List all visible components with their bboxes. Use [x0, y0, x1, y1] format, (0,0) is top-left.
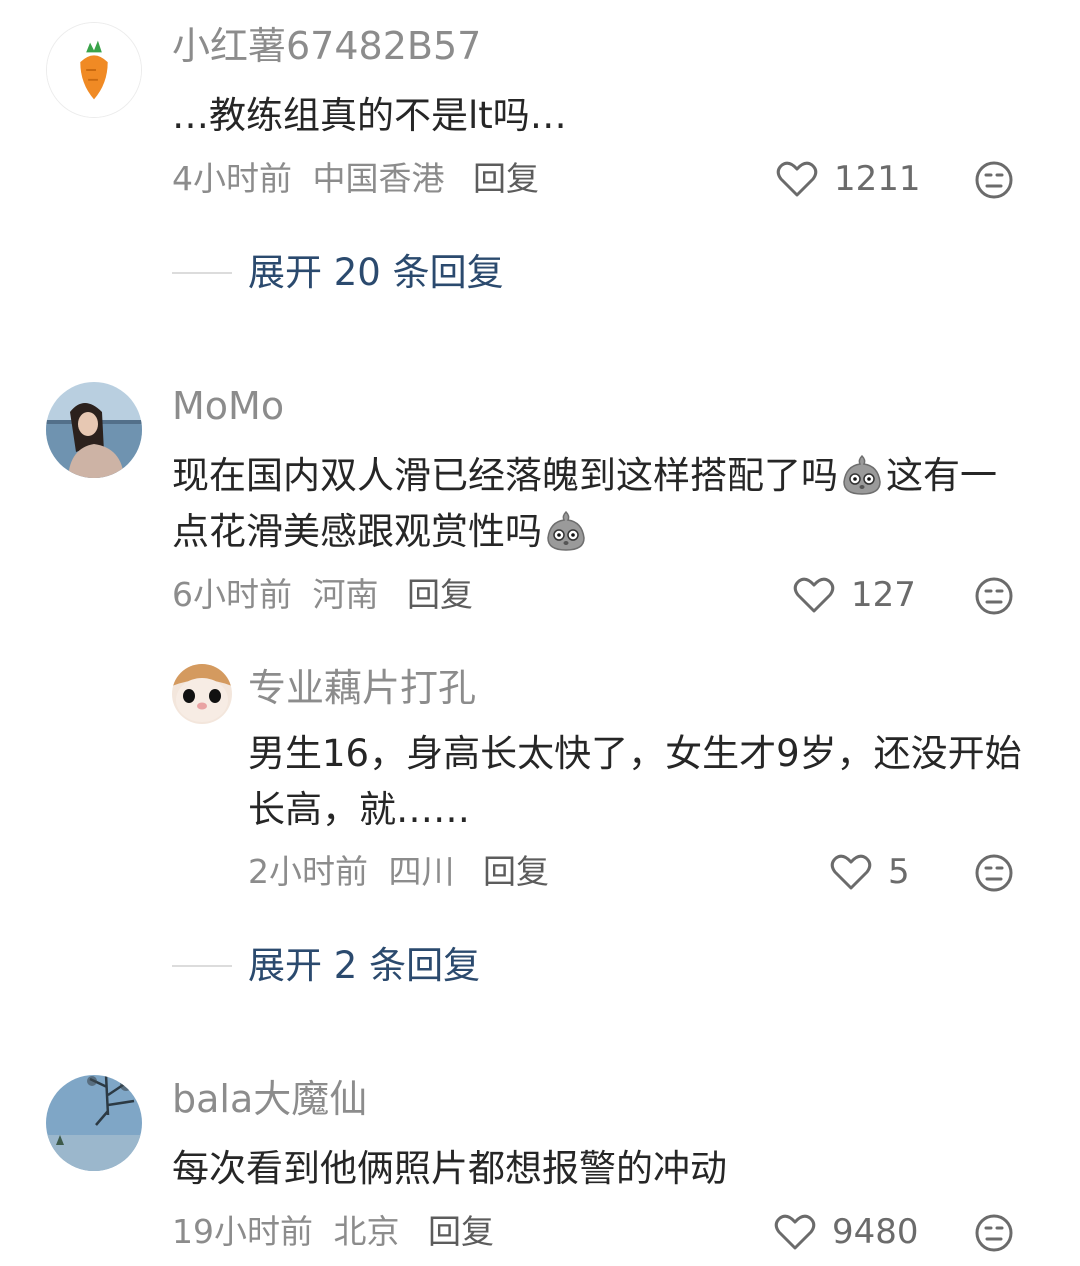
divider: [172, 965, 232, 967]
comment-text: 男生16，身高长太快了，女生才9岁，还没开始长高，就……: [248, 732, 1022, 831]
dislike-face-icon[interactable]: [974, 853, 1014, 893]
avatar[interactable]: [172, 664, 232, 724]
username[interactable]: bala大魔仙: [172, 1075, 367, 1123]
comment-meta: 6小时前 河南 回复: [172, 573, 473, 617]
dislike-face-icon[interactable]: [974, 1213, 1014, 1253]
like-button[interactable]: 9480: [774, 1210, 919, 1254]
like-count: 5: [888, 852, 910, 892]
expand-replies-label: 展开 2 条回复: [248, 944, 481, 987]
comment-text: 每次看到他俩照片都想报警的冲动: [172, 1147, 727, 1190]
avatar[interactable]: [46, 22, 142, 118]
comment-list: 小红薯67482B57 …教练组真的不是lt吗… 4小时前 中国香港 回复 12…: [0, 0, 1080, 1266]
reply-button[interactable]: 回复: [473, 159, 539, 198]
heart-icon: [793, 577, 835, 613]
like-count: 1211: [834, 159, 921, 199]
like-button[interactable]: 1211: [776, 157, 921, 201]
comment-meta: 4小时前 中国香港 回复: [172, 157, 539, 201]
shocked-potato-emoji: [547, 510, 585, 551]
comment-time: 4小时前: [172, 159, 292, 198]
expand-replies-button[interactable]: 展开 20 条回复: [172, 248, 504, 298]
comment-location: 北京: [333, 1212, 400, 1251]
like-button[interactable]: 127: [793, 573, 916, 617]
comment-text-part: 现在国内双人滑已经落魄到这样搭配了吗: [172, 454, 838, 497]
comment-time: 2小时前: [248, 852, 368, 891]
username[interactable]: 小红薯67482B57: [172, 22, 481, 70]
reply-button[interactable]: 回复: [483, 852, 549, 891]
comment-location: 中国香港: [312, 159, 445, 198]
dislike-face-icon[interactable]: [974, 576, 1014, 616]
username[interactable]: 专业藕片打孔: [248, 664, 476, 712]
reply-button[interactable]: 回复: [407, 575, 473, 614]
heart-icon: [774, 1214, 816, 1250]
avatar[interactable]: [46, 1075, 142, 1171]
carrot-icon: [47, 23, 141, 117]
like-count: 127: [851, 575, 916, 615]
comment-time: 19小时前: [172, 1212, 313, 1251]
comment-location: 河南: [312, 575, 379, 614]
tree-sky-photo: [46, 1075, 142, 1171]
like-count: 9480: [832, 1212, 919, 1252]
shocked-potato-emoji: [843, 454, 881, 495]
comment-location: 四川: [388, 852, 455, 891]
username[interactable]: MoMo: [172, 382, 284, 430]
cat-face-photo: [172, 664, 232, 724]
comment-meta: 19小时前 北京 回复: [172, 1210, 494, 1254]
woman-lake-photo: [46, 382, 142, 478]
expand-replies-button[interactable]: 展开 2 条回复: [172, 941, 480, 991]
divider: [172, 272, 232, 274]
comment-meta: 2小时前 四川 回复: [248, 850, 549, 894]
avatar[interactable]: [46, 382, 142, 478]
comment-time: 6小时前: [172, 575, 292, 614]
comment-text: …教练组真的不是lt吗…: [172, 94, 567, 137]
reply-button[interactable]: 回复: [428, 1212, 494, 1251]
dislike-face-icon[interactable]: [974, 160, 1014, 200]
heart-icon: [830, 854, 872, 890]
heart-icon: [776, 161, 818, 197]
expand-replies-label: 展开 20 条回复: [248, 251, 504, 294]
like-button[interactable]: 5: [830, 850, 910, 894]
comment-text: 现在国内双人滑已经落魄到这样搭配了吗 这有一点花滑美感跟观赏性吗: [172, 448, 1032, 560]
